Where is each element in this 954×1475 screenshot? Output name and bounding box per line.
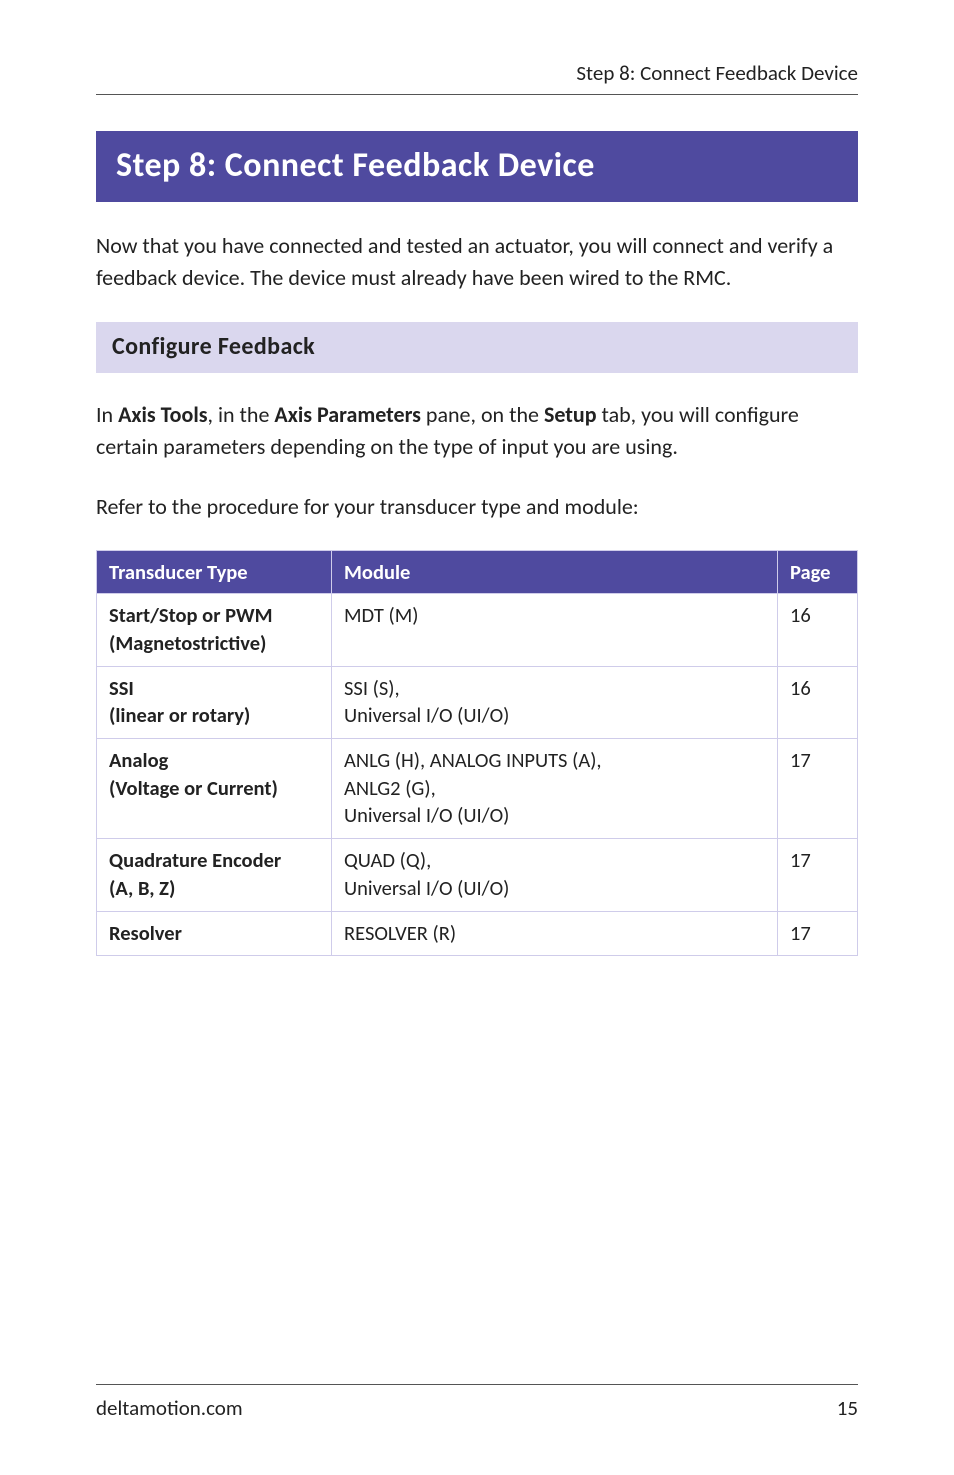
footer-page-number: 15 — [837, 1395, 858, 1421]
type-line1: SSI — [109, 675, 134, 701]
module-line1: ANLG (H), ANALOG INPUTS (A), — [344, 747, 602, 773]
cell-type: Quadrature Encoder (A, B, Z) — [97, 839, 332, 911]
table-header-row: Transducer Type Module Page — [97, 551, 858, 594]
table-row: Resolver RESOLVER (R) 17 — [97, 911, 858, 956]
text-seg: , in the — [208, 401, 275, 428]
axis-tools-label: Axis Tools — [118, 401, 207, 428]
setup-tab-label: Setup — [544, 401, 597, 428]
module-line3: Universal I/O (UI/O) — [344, 802, 509, 828]
cell-page: 17 — [778, 739, 858, 839]
cell-type: Analog (Voltage or Current) — [97, 739, 332, 839]
th-transducer-type: Transducer Type — [97, 551, 332, 594]
cell-type: Resolver — [97, 911, 332, 956]
text-seg: pane, on the — [421, 401, 544, 428]
table-row: SSI (linear or rotary) SSI (S), Universa… — [97, 666, 858, 738]
configure-feedback-heading: Configure Feedback — [96, 322, 858, 373]
text-seg: In — [96, 401, 118, 428]
cell-page: 16 — [778, 666, 858, 738]
axis-parameters-label: Axis Parameters — [274, 401, 421, 428]
table-row: Analog (Voltage or Current) ANLG (H), AN… — [97, 739, 858, 839]
cell-type: Start/Stop or PWM (Magnetostrictive) — [97, 594, 332, 666]
type-line2: (A, B, Z) — [109, 875, 175, 901]
cell-module: RESOLVER (R) — [332, 911, 778, 956]
intro-paragraph: Now that you have connected and tested a… — [96, 230, 858, 294]
cell-module: ANLG (H), ANALOG INPUTS (A), ANLG2 (G), … — [332, 739, 778, 839]
type-line1: Start/Stop or PWM — [109, 602, 273, 628]
type-line1: Quadrature Encoder — [109, 847, 281, 873]
table-row: Start/Stop or PWM (Magnetostrictive) MDT… — [97, 594, 858, 666]
step-banner: Step 8: Connect Feedback Device — [96, 131, 858, 202]
type-line1: Resolver — [109, 920, 182, 946]
module-line2: Universal I/O (UI/O) — [344, 875, 509, 901]
module-line1: MDT (M) — [344, 602, 419, 628]
page-footer: deltamotion.com 15 — [96, 1384, 858, 1421]
cell-module: QUAD (Q), Universal I/O (UI/O) — [332, 839, 778, 911]
running-head: Step 8: Connect Feedback Device — [96, 60, 858, 95]
cell-page: 16 — [778, 594, 858, 666]
cell-module: SSI (S), Universal I/O (UI/O) — [332, 666, 778, 738]
th-module: Module — [332, 551, 778, 594]
cell-page: 17 — [778, 911, 858, 956]
module-line1: RESOLVER (R) — [344, 920, 456, 946]
transducer-table: Transducer Type Module Page Start/Stop o… — [96, 550, 858, 956]
configure-paragraph: In Axis Tools, in the Axis Parameters pa… — [96, 399, 858, 463]
footer-site: deltamotion.com — [96, 1395, 243, 1421]
cell-type: SSI (linear or rotary) — [97, 666, 332, 738]
module-line1: QUAD (Q), — [344, 847, 431, 873]
type-line2: (Voltage or Current) — [109, 775, 278, 801]
type-line2: (Magnetostrictive) — [109, 630, 266, 656]
table-row: Quadrature Encoder (A, B, Z) QUAD (Q), U… — [97, 839, 858, 911]
module-line2: ANLG2 (G), — [344, 775, 436, 801]
type-line1: Analog — [109, 747, 168, 773]
cell-module: MDT (M) — [332, 594, 778, 666]
cell-page: 17 — [778, 839, 858, 911]
type-line2: (linear or rotary) — [109, 702, 250, 728]
module-line2: Universal I/O (UI/O) — [344, 702, 509, 728]
refer-line: Refer to the procedure for your transduc… — [96, 491, 858, 523]
th-page: Page — [778, 551, 858, 594]
module-line1: SSI (S), — [344, 675, 400, 701]
